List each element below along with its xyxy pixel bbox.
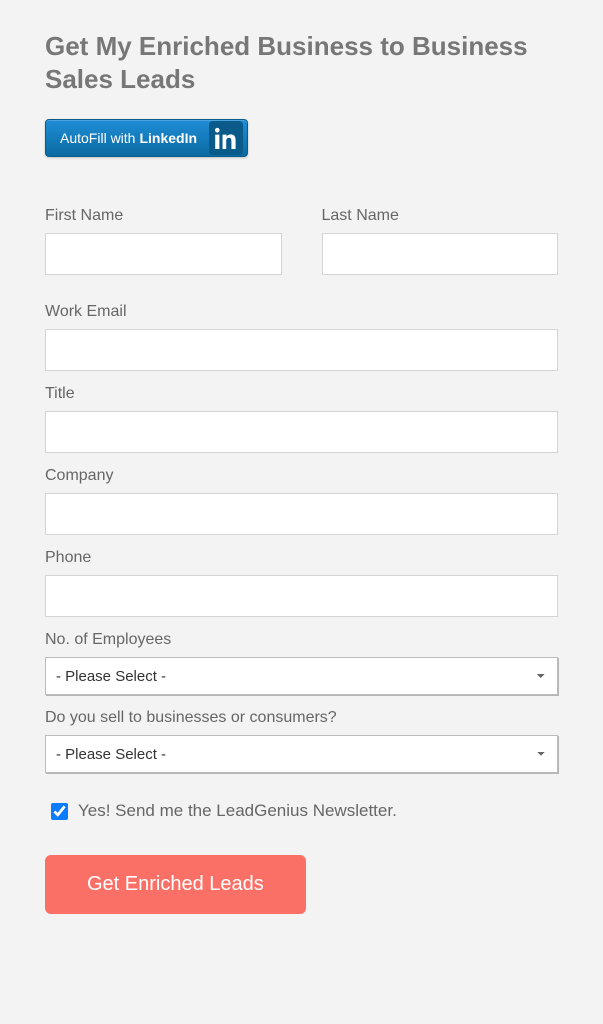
first-name-label: First Name — [45, 207, 282, 225]
autofill-linkedin-button[interactable]: AutoFill with LinkedIn — [45, 119, 248, 157]
work-email-field[interactable] — [45, 329, 558, 371]
company-field[interactable] — [45, 493, 558, 535]
phone-label: Phone — [45, 549, 558, 567]
last-name-field[interactable] — [322, 233, 559, 275]
company-label: Company — [45, 467, 558, 485]
linkedin-prefix: AutoFill with — [60, 130, 135, 146]
title-label: Title — [45, 385, 558, 403]
work-email-label: Work Email — [45, 303, 558, 321]
newsletter-checkbox[interactable] — [51, 803, 68, 820]
sell-to-label: Do you sell to businesses or consumers? — [45, 709, 558, 727]
last-name-label: Last Name — [322, 207, 559, 225]
newsletter-label[interactable]: Yes! Send me the LeadGenius Newsletter. — [78, 801, 397, 821]
employees-label: No. of Employees — [45, 631, 558, 649]
linkedin-icon — [209, 121, 243, 155]
submit-button[interactable]: Get Enriched Leads — [45, 855, 306, 914]
phone-field[interactable] — [45, 575, 558, 617]
title-field[interactable] — [45, 411, 558, 453]
employees-select[interactable]: - Please Select - — [45, 657, 558, 695]
page-title: Get My Enriched Business to Business Sal… — [45, 30, 558, 95]
first-name-field[interactable] — [45, 233, 282, 275]
sell-to-select[interactable]: - Please Select - — [45, 735, 558, 773]
linkedin-brand: LinkedIn — [139, 130, 197, 146]
